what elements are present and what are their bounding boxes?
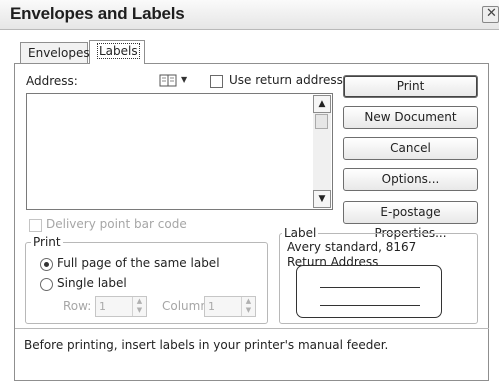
- address-input[interactable]: [26, 93, 333, 210]
- label-preview[interactable]: [296, 265, 442, 318]
- single-label-radio[interactable]: [40, 278, 53, 291]
- close-button[interactable]: ✕: [482, 6, 499, 23]
- delivery-point-bar-code-checkbox[interactable]: [29, 219, 42, 232]
- options-button[interactable]: Options...: [343, 168, 478, 191]
- address-label: Address:: [26, 74, 78, 88]
- new-document-button[interactable]: New Document: [343, 106, 478, 129]
- address-book-button[interactable]: [159, 74, 177, 87]
- radio-selected-dot: [44, 262, 49, 267]
- row-spinner-arrows[interactable]: ▲ ▼: [132, 297, 146, 316]
- use-return-address-checkbox[interactable]: [210, 75, 223, 88]
- scroll-thumb[interactable]: [315, 114, 328, 129]
- close-icon: ✕: [486, 6, 497, 21]
- epostage-properties-button[interactable]: E-postage Properties...: [343, 201, 478, 240]
- tab-envelopes[interactable]: Envelopes: [20, 42, 90, 64]
- delivery-point-bar-code-label: Delivery point bar code: [46, 217, 187, 231]
- cancel-button[interactable]: Cancel: [343, 137, 478, 160]
- cancel-button-label: Cancel: [390, 141, 431, 155]
- new-document-button-label: New Document: [364, 110, 457, 124]
- window-title: Envelopes and Labels: [10, 4, 185, 23]
- options-button-label: Options...: [381, 172, 440, 186]
- label-product-name[interactable]: Avery standard, 8167: [287, 240, 416, 254]
- column-value: 1: [208, 300, 215, 313]
- column-spinner-arrows[interactable]: ▲ ▼: [241, 297, 255, 316]
- tab-envelopes-label: Envelopes: [28, 46, 90, 60]
- address-book-dropdown-icon[interactable]: ▼: [181, 75, 187, 84]
- label-preview-line-2: [320, 305, 420, 306]
- row-value: 1: [99, 300, 106, 313]
- full-page-radio[interactable]: [40, 258, 53, 271]
- address-book-icon: [159, 74, 177, 87]
- tab-labels[interactable]: Labels: [89, 40, 145, 64]
- print-button[interactable]: Print: [343, 75, 478, 98]
- use-return-address-label[interactable]: Use return address: [229, 73, 343, 87]
- print-button-label: Print: [396, 79, 425, 93]
- scroll-down-button[interactable]: ▼: [313, 190, 331, 208]
- row-label: Row:: [63, 299, 92, 313]
- print-group-title: Print: [31, 235, 63, 249]
- label-group-title: Label: [282, 226, 319, 240]
- single-label-label[interactable]: Single label: [57, 276, 127, 290]
- chevron-up-icon: ▲: [318, 99, 326, 109]
- label-preview-line-1: [320, 287, 420, 288]
- scroll-up-button[interactable]: ▲: [313, 95, 331, 113]
- tab-labels-label: Labels: [97, 43, 140, 59]
- footer-divider: [15, 328, 489, 329]
- footer-note: Before printing, insert labels in your p…: [24, 338, 389, 352]
- chevron-down-icon: ▼: [318, 194, 326, 204]
- full-page-label[interactable]: Full page of the same label: [57, 256, 220, 270]
